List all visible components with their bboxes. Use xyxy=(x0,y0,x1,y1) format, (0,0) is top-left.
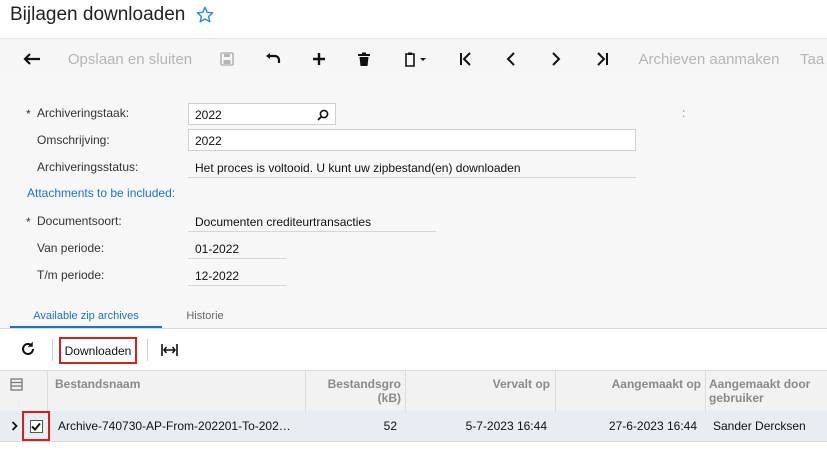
documentsoort-label: Documentsoort: xyxy=(37,214,122,228)
add-button[interactable] xyxy=(302,39,336,79)
first-record-button[interactable] xyxy=(449,39,483,79)
col-aangemaakt-door[interactable]: Aangemaakt door gebruiker xyxy=(705,371,827,411)
omschrijving-label: Omschrijving: xyxy=(37,133,110,147)
grid-toolbar: Downloaden xyxy=(0,329,827,369)
row-checkbox[interactable] xyxy=(29,419,43,433)
van-periode-label: Van periode: xyxy=(37,241,105,255)
delete-button[interactable] xyxy=(347,39,381,79)
tab-bar: Available zip archives Historie xyxy=(0,306,827,329)
star-icon[interactable] xyxy=(195,5,215,25)
checkmark-icon xyxy=(31,422,41,431)
cell-aangemaakt-op: 27-6-2023 16:44 xyxy=(608,419,697,433)
save-button[interactable] xyxy=(210,39,244,79)
archiveringstaak-value: 2022 xyxy=(195,108,222,122)
fit-width-icon xyxy=(161,344,178,356)
cell-bestandsgrootte: 52 xyxy=(383,419,397,433)
undo-icon xyxy=(266,53,281,63)
tab-historie[interactable]: Historie xyxy=(170,306,240,328)
required-marker: * xyxy=(26,215,31,229)
create-archives-button[interactable]: Archieven aanmaken xyxy=(635,39,783,79)
main-toolbar: Opslaan en sluiten Archieven aanmaken Ta… xyxy=(0,38,827,80)
row-selector-icon[interactable] xyxy=(11,421,18,431)
archiveringstaak-label: Archiveringstaak: xyxy=(37,106,130,120)
archiveringstaak-field[interactable]: 2022 xyxy=(188,103,336,125)
col-bestandsgrootte[interactable]: Bestandsgro (kB) xyxy=(305,371,405,411)
col-aangemaakt-op[interactable]: Aangemaakt op xyxy=(555,371,705,411)
row-checkbox-highlight xyxy=(22,411,50,441)
tm-periode-value[interactable]: 12-2022 xyxy=(188,264,286,286)
refresh-button[interactable] xyxy=(20,341,36,362)
plus-icon xyxy=(313,53,325,65)
column-settings-button[interactable] xyxy=(10,378,23,396)
col-bestandsnaam[interactable]: Bestandsnaam xyxy=(47,371,305,411)
fit-width-button[interactable] xyxy=(161,343,178,361)
search-icon[interactable] xyxy=(317,109,329,121)
chevron-left-icon xyxy=(506,52,515,66)
trash-icon xyxy=(358,52,370,66)
omschrijving-value: 2022 xyxy=(195,134,222,148)
arrow-left-icon xyxy=(23,53,40,65)
title-row: Bijlagen downloaden xyxy=(10,3,215,27)
back-button[interactable] xyxy=(14,39,50,79)
clipboard-icon xyxy=(405,52,426,67)
toolbar-separator xyxy=(52,339,53,361)
attachments-label: Attachments to be included: xyxy=(27,186,176,200)
save-close-button[interactable]: Opslaan en sluiten xyxy=(62,39,198,79)
tm-periode-label: T/m periode: xyxy=(37,268,105,282)
toolbar-separator xyxy=(147,339,148,361)
refresh-icon xyxy=(22,342,34,355)
page-title: Bijlagen downloaden xyxy=(10,4,186,25)
omschrijving-field[interactable]: 2022 xyxy=(188,129,636,151)
next-button[interactable] xyxy=(539,39,573,79)
cell-vervalt-op: 5-7-2023 16:44 xyxy=(465,419,547,433)
previous-button[interactable] xyxy=(494,39,528,79)
undo-button[interactable] xyxy=(256,39,290,79)
column-settings-icon xyxy=(10,378,23,391)
last-record-icon xyxy=(597,52,608,66)
first-record-icon xyxy=(460,52,471,66)
last-record-button[interactable] xyxy=(585,39,619,79)
truncated-toolbar-button[interactable]: Taa xyxy=(800,39,827,79)
col-vervalt-op[interactable]: Vervalt op xyxy=(405,371,555,411)
status-value: Het proces is voltooid. U kunt uw zipbes… xyxy=(188,156,636,178)
status-label: Archiveringsstatus: xyxy=(37,160,139,174)
required-marker: * xyxy=(26,107,31,121)
download-button[interactable]: Downloaden xyxy=(59,337,137,364)
archive-form: * Archiveringstaak: 2022 : Omschrijving:… xyxy=(0,79,827,306)
cell-bestandsnaam[interactable]: Archive-740730-AP-From-202201-To-202… xyxy=(58,411,300,441)
van-periode-value[interactable]: 01-2022 xyxy=(188,237,286,259)
tab-available-zip-archives[interactable]: Available zip archives xyxy=(10,306,162,328)
chevron-right-icon xyxy=(552,52,561,66)
documentsoort-value[interactable]: Documenten crediteurtransacties xyxy=(188,210,436,232)
table-row[interactable]: Archive-740730-AP-From-202201-To-202… 52… xyxy=(0,411,827,442)
floppy-icon xyxy=(220,52,234,66)
column-colon: : xyxy=(682,106,686,120)
cell-gebruiker: Sander Dercksen xyxy=(713,419,806,433)
copy-paste-button[interactable] xyxy=(396,39,436,79)
grid-header: Bestandsnaam Bestandsgro (kB) Vervalt op … xyxy=(0,370,827,412)
